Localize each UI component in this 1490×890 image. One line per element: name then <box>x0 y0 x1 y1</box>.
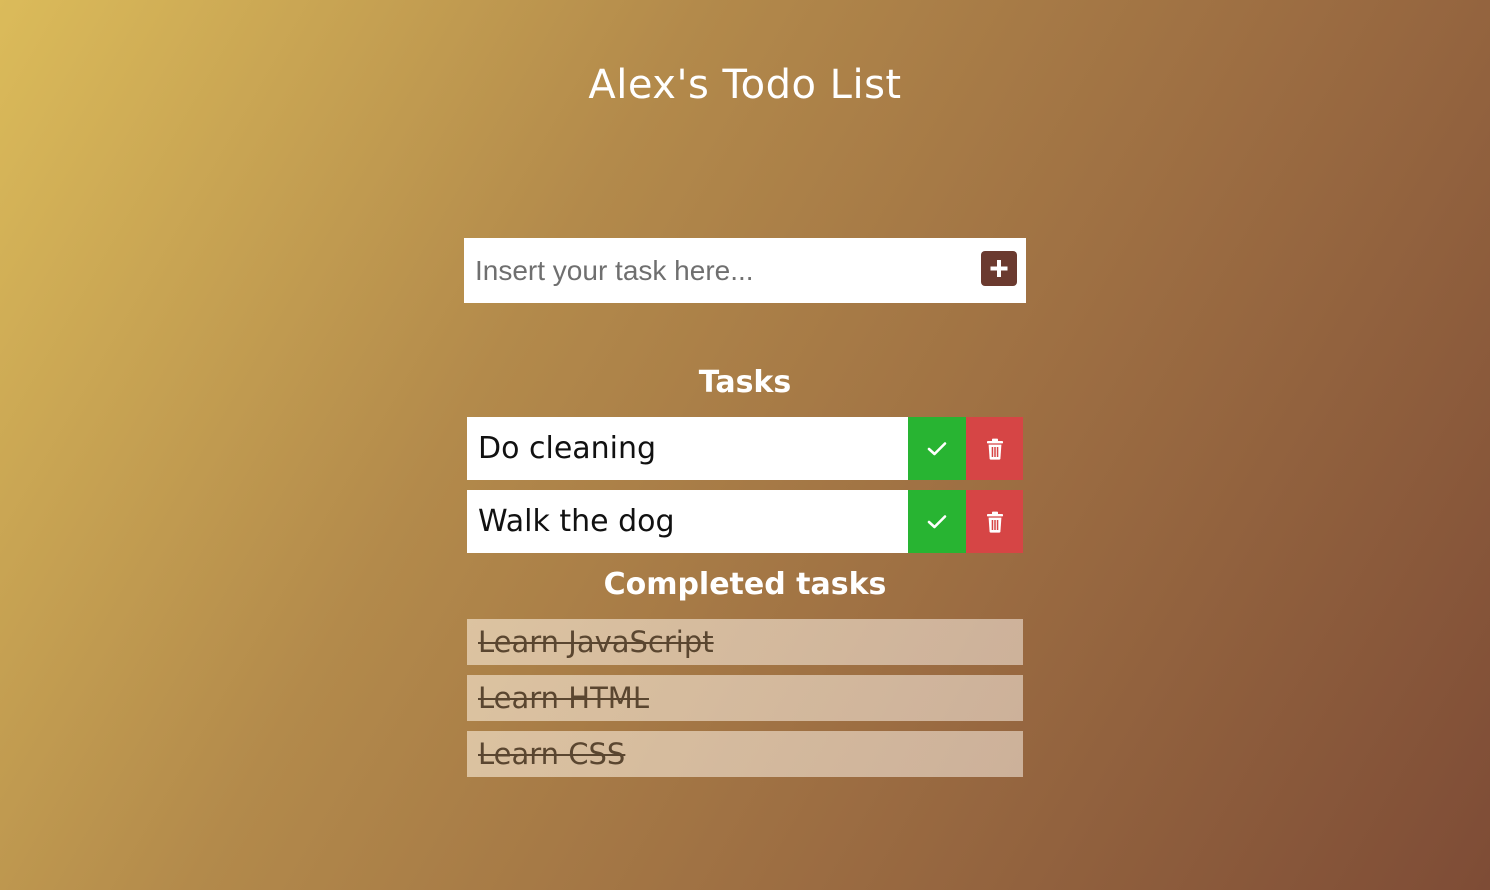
completed-task-item: Learn JavaScript <box>467 619 1023 665</box>
trash-icon <box>986 438 1003 460</box>
delete-task-button[interactable] <box>966 490 1023 553</box>
task-label: Do cleaning <box>467 417 908 480</box>
check-icon <box>927 441 947 455</box>
complete-task-button[interactable] <box>908 417 966 480</box>
add-task-button[interactable] <box>981 251 1017 286</box>
delete-task-button[interactable] <box>966 417 1023 480</box>
task-input[interactable] <box>464 238 964 303</box>
task-item: Do cleaning <box>467 417 1023 480</box>
trash-icon <box>986 511 1003 533</box>
task-label: Walk the dog <box>467 490 908 553</box>
task-item: Walk the dog <box>467 490 1023 553</box>
page-title: Alex's Todo List <box>588 62 902 108</box>
check-icon <box>927 514 947 528</box>
plus-icon <box>990 260 1008 277</box>
completed-task-item: Learn CSS <box>467 731 1023 777</box>
tasks-heading: Tasks <box>698 365 792 400</box>
new-task-bar <box>464 238 1026 303</box>
complete-task-button[interactable] <box>908 490 966 553</box>
completed-heading: Completed tasks <box>603 567 887 602</box>
completed-task-item: Learn HTML <box>467 675 1023 721</box>
